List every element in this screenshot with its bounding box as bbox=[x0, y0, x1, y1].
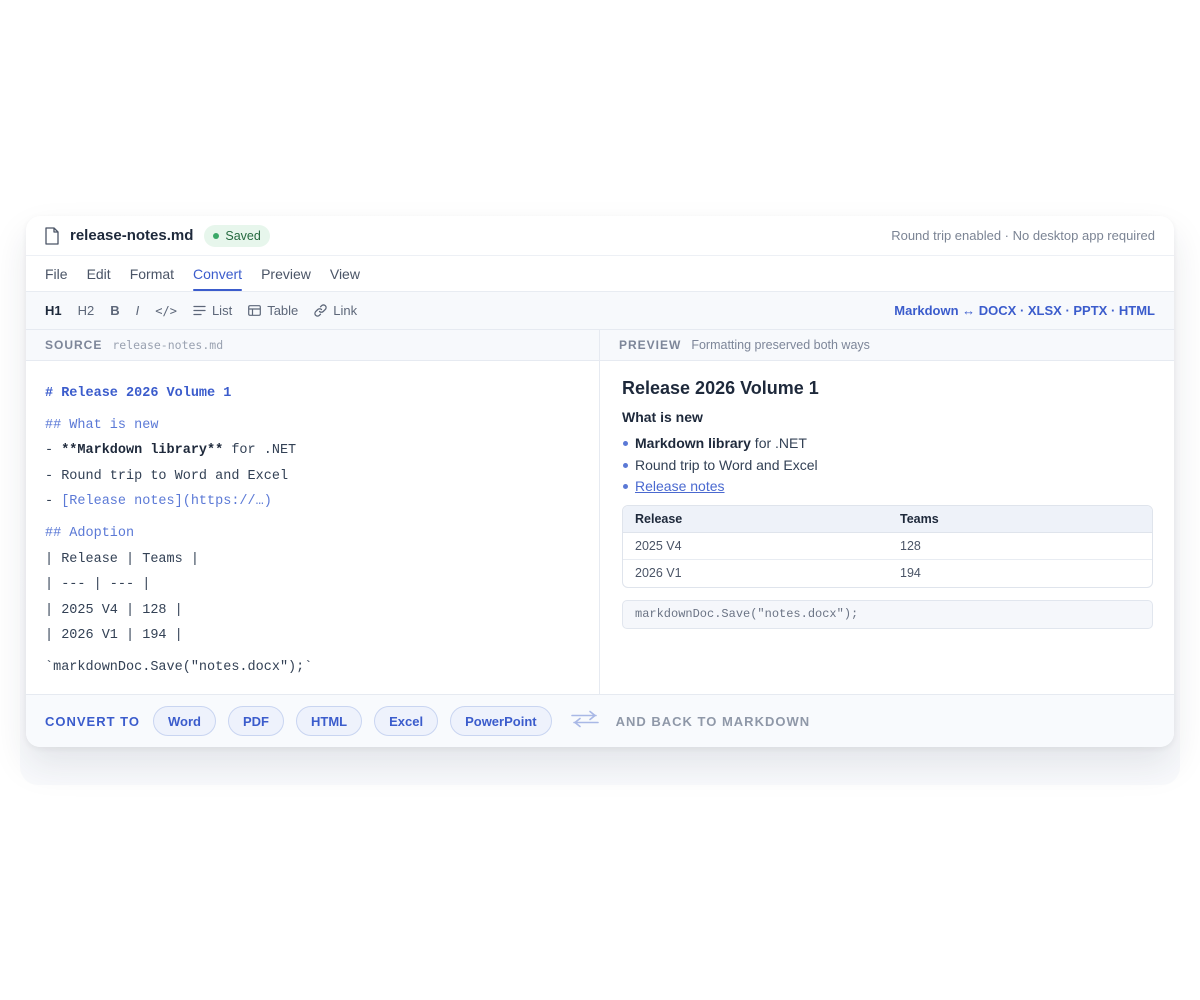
table-header-release: Release bbox=[623, 505, 888, 533]
menu-file[interactable]: File bbox=[45, 256, 68, 291]
editor-window: release-notes.md Saved Round trip enable… bbox=[26, 216, 1174, 747]
source-line-table-row1: | 2025 V4 | 128 | bbox=[45, 602, 183, 618]
table-cell: 2026 V1 bbox=[635, 566, 682, 580]
list-item: Round trip to Word and Excel bbox=[622, 455, 1153, 477]
editor-panes: SOURCE release-notes.md # Release 2026 V… bbox=[26, 330, 1174, 694]
source-pane: SOURCE release-notes.md # Release 2026 V… bbox=[26, 330, 600, 694]
markdown-link: [Release notes](https://…) bbox=[61, 494, 272, 510]
source-line-bullet3: - [Release notes](https://…) bbox=[45, 489, 580, 515]
preview-table: Release Teams 2025 V4 128 2026 V1 194 bbox=[622, 504, 1153, 588]
swap-arrows-icon bbox=[570, 710, 600, 733]
preview-header: PREVIEW Formatting preserved both ways bbox=[600, 330, 1174, 361]
list-item: Markdown library for .NET bbox=[622, 433, 1153, 455]
menu-view[interactable]: View bbox=[330, 256, 360, 291]
source-line-code: `markdownDoc.Save("notes.docx");` bbox=[45, 659, 313, 675]
preview-pane: PREVIEW Formatting preserved both ways R… bbox=[600, 330, 1174, 694]
source-line-bullet1: - **Markdown library** for .NET bbox=[45, 438, 580, 464]
convert-to-label: CONVERT TO bbox=[45, 713, 140, 729]
convert-excel-button[interactable]: Excel bbox=[374, 706, 439, 736]
link-icon bbox=[314, 304, 327, 317]
back-to-markdown-label: AND BACK TO MARKDOWN bbox=[615, 713, 811, 729]
table-button[interactable]: Table bbox=[248, 303, 298, 318]
italic-button[interactable]: I bbox=[136, 303, 140, 318]
convert-powerpoint-button[interactable]: PowerPoint bbox=[450, 706, 552, 736]
preview-heading2: What is new bbox=[622, 409, 703, 425]
preview-heading1: Release 2026 Volume 1 bbox=[622, 378, 819, 398]
table-row: 2026 V1 194 bbox=[623, 560, 1152, 587]
table-button-label: Table bbox=[267, 303, 299, 318]
source-line-bullet2: - Round trip to Word and Excel bbox=[45, 468, 289, 484]
source-line-table-row2: | 2026 V1 | 194 | bbox=[45, 628, 183, 644]
convert-bar: CONVERT TO Word PDF HTML Excel PowerPoin… bbox=[26, 694, 1174, 747]
bullet-prefix: - bbox=[45, 443, 62, 459]
saved-dot-icon bbox=[213, 232, 220, 239]
file-name: release-notes.md bbox=[70, 227, 194, 244]
preview-label: PREVIEW bbox=[619, 338, 682, 352]
bold-button[interactable]: B bbox=[110, 303, 119, 318]
table-row: 2025 V4 128 bbox=[623, 533, 1152, 560]
bullet-prefix: - bbox=[45, 494, 62, 510]
bold-text: Markdown library bbox=[635, 435, 751, 451]
source-label: SOURCE bbox=[45, 338, 103, 352]
preview-list: Markdown library for .NET Round trip to … bbox=[622, 433, 1153, 498]
title-bar: release-notes.md Saved Round trip enable… bbox=[26, 216, 1174, 256]
table-cell: 128 bbox=[888, 533, 1152, 560]
menu-preview[interactable]: Preview bbox=[261, 256, 311, 291]
source-line-table-sep: | --- | --- | bbox=[45, 577, 151, 593]
table-cell: 194 bbox=[900, 566, 921, 580]
format-toolbar: H1 H2 B I </> List Table Link Markdown ↔… bbox=[26, 292, 1174, 330]
source-line-h2-new: ## What is new bbox=[45, 417, 159, 433]
heading1-button[interactable]: H1 bbox=[45, 303, 62, 318]
link-button-label: Link bbox=[333, 303, 358, 318]
menu-format[interactable]: Format bbox=[130, 256, 174, 291]
convert-word-button[interactable]: Word bbox=[153, 706, 216, 736]
table-icon bbox=[248, 305, 262, 316]
link-button[interactable]: Link bbox=[314, 303, 357, 318]
supported-formats: Markdown ↔ DOCX · XLSX · PPTX · HTML bbox=[894, 303, 1155, 318]
table-cell: 2025 V4 bbox=[623, 533, 888, 560]
source-file: release-notes.md bbox=[112, 338, 224, 352]
list-icon bbox=[193, 305, 206, 316]
code-button[interactable]: </> bbox=[155, 304, 177, 318]
saved-badge: Saved bbox=[204, 224, 270, 247]
source-line-h1: # Release 2026 Volume 1 bbox=[45, 386, 232, 401]
list-button[interactable]: List bbox=[193, 303, 232, 318]
preview-content: Release 2026 Volume 1 What is new Markdo… bbox=[600, 361, 1174, 629]
saved-label: Saved bbox=[225, 228, 261, 243]
source-line-h2-adoption: ## Adoption bbox=[45, 525, 135, 541]
preview-subtitle: Formatting preserved both ways bbox=[691, 338, 870, 352]
release-notes-link[interactable]: Release notes bbox=[635, 478, 725, 494]
title-note: Round trip enabled · No desktop app requ… bbox=[891, 228, 1155, 243]
list-button-label: List bbox=[211, 303, 233, 318]
source-editor[interactable]: # Release 2026 Volume 1 ## What is new -… bbox=[26, 361, 599, 681]
menu-bar: File Edit Format Convert Preview View bbox=[26, 256, 1174, 292]
preview-code-block: markdownDoc.Save("notes.docx"); bbox=[622, 599, 1153, 629]
convert-pdf-button[interactable]: PDF bbox=[227, 706, 284, 736]
menu-convert[interactable]: Convert bbox=[193, 256, 243, 291]
source-header: SOURCE release-notes.md bbox=[26, 330, 599, 361]
table-header-teams: Teams bbox=[888, 505, 1152, 533]
file-icon bbox=[45, 226, 59, 245]
table-header-row: Release Teams bbox=[623, 505, 1152, 533]
bullet-rest: for .NET bbox=[223, 443, 297, 459]
convert-html-button[interactable]: HTML bbox=[295, 706, 363, 736]
list-item: Release notes bbox=[622, 476, 1153, 498]
list-item-rest: for .NET bbox=[750, 435, 807, 451]
source-line-table-header: | Release | Teams | bbox=[45, 551, 199, 567]
heading2-button[interactable]: H2 bbox=[78, 303, 95, 318]
bold-text: **Markdown library** bbox=[61, 443, 224, 459]
menu-edit[interactable]: Edit bbox=[87, 256, 111, 291]
